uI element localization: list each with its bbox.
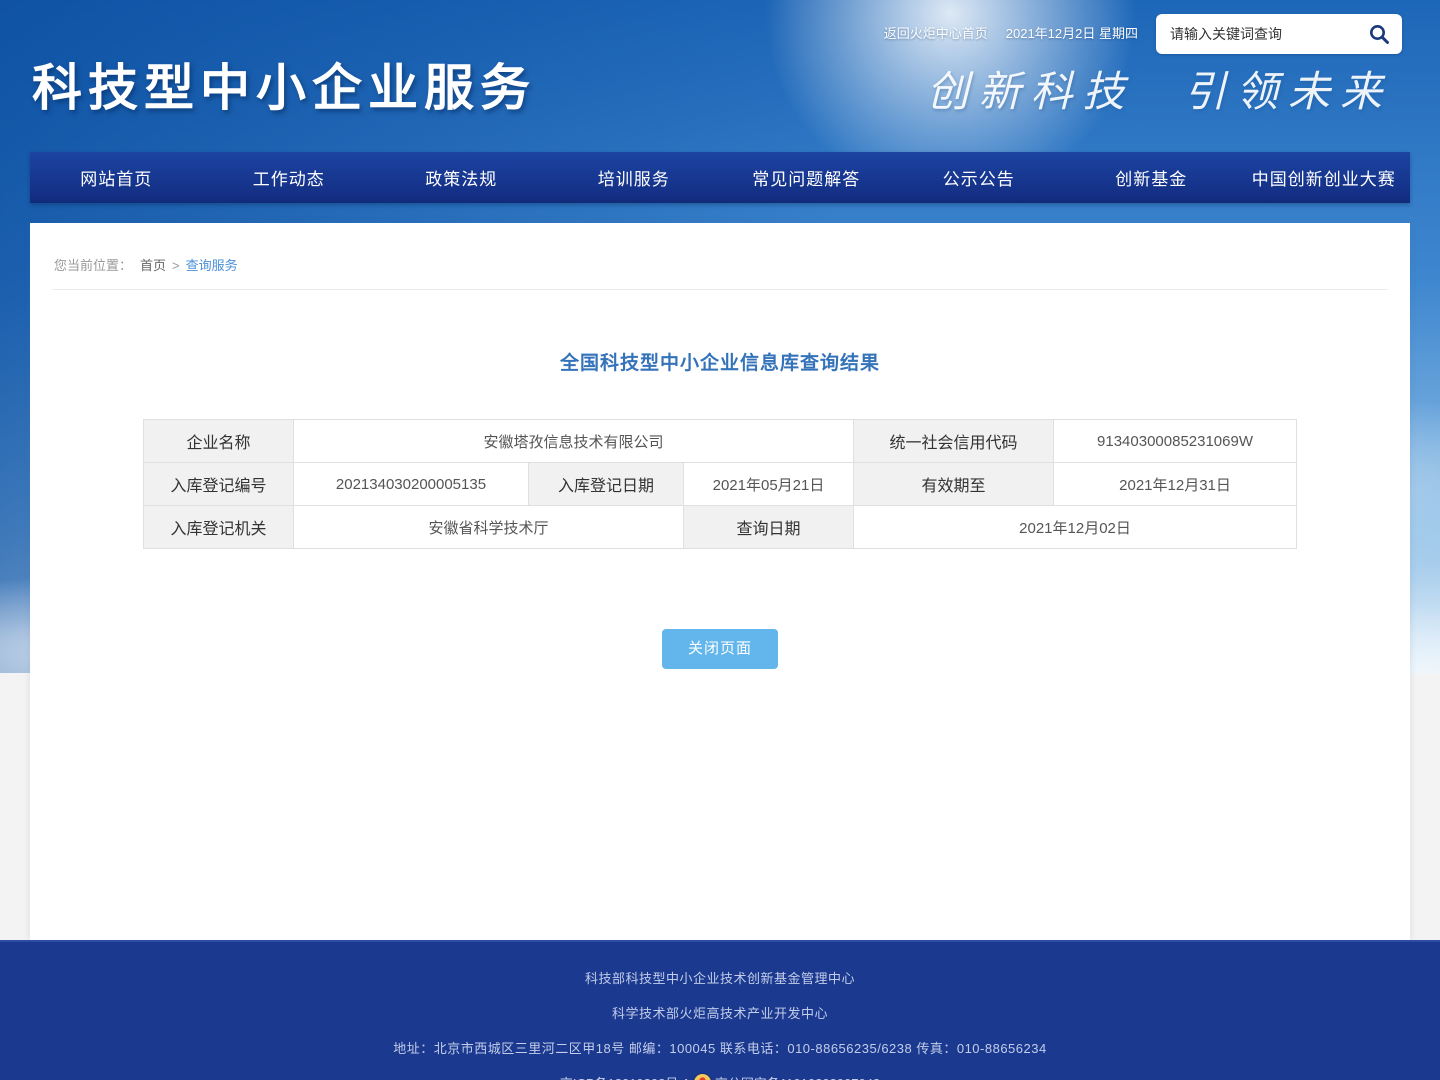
value-query-date: 2021年12月02日 (854, 506, 1297, 549)
close-page-button[interactable]: 关闭页面 (662, 629, 778, 669)
nav-item-innovation-contest[interactable]: 中国创新创业大赛 (1238, 152, 1411, 203)
table-row: 入库登记编号 202134030200005135 入库登记日期 2021年05… (143, 463, 1296, 506)
breadcrumb-prefix: 您当前位置： (54, 258, 132, 273)
main-navigation: 网站首页 工作动态 政策法规 培训服务 常见问题解答 公示公告 创新基金 中国创… (30, 152, 1410, 203)
nav-item-work-news[interactable]: 工作动态 (203, 152, 376, 203)
table-row: 入库登记机关 安徽省科学技术厅 查询日期 2021年12月02日 (143, 506, 1296, 549)
topbar: 返回火炬中心首页 2021年12月2日 星期四 (884, 14, 1402, 54)
breadcrumb-separator: > (172, 258, 180, 273)
value-registration-date: 2021年05月21日 (683, 463, 853, 506)
site-slogan: 创新科技 引领未来 (927, 58, 1392, 119)
query-result-table: 企业名称 安徽塔孜信息技术有限公司 统一社会信用代码 9134030008523… (143, 419, 1297, 549)
label-valid-until: 有效期至 (854, 463, 1054, 506)
value-company-name: 安徽塔孜信息技术有限公司 (293, 420, 853, 463)
page: 返回火炬中心首页 2021年12月2日 星期四 科技型中小企业服务 创新科技 引… (0, 0, 1440, 1080)
search-input[interactable] (1170, 26, 1366, 42)
value-registration-number: 202134030200005135 (293, 463, 528, 506)
footer-org-line-1: 科技部科技型中小企业技术创新基金管理中心 (0, 968, 1440, 987)
nav-item-training[interactable]: 培训服务 (548, 152, 721, 203)
back-to-torch-center-link[interactable]: 返回火炬中心首页 (884, 14, 988, 54)
label-registration-date: 入库登记日期 (528, 463, 683, 506)
label-registration-number: 入库登记编号 (143, 463, 293, 506)
value-registration-authority: 安徽省科学技术厅 (293, 506, 683, 549)
breadcrumb-current-link[interactable]: 查询服务 (186, 258, 238, 273)
label-company-name: 企业名称 (143, 420, 293, 463)
public-security-record-link[interactable]: 京公网安备11010202007048 (715, 1073, 880, 1080)
nav-item-faq[interactable]: 常见问题解答 (720, 152, 893, 203)
page-title: 全国科技型中小企业信息库查询结果 (30, 348, 1410, 375)
label-credit-code: 统一社会信用代码 (854, 420, 1054, 463)
nav-item-innovation-fund[interactable]: 创新基金 (1065, 152, 1238, 203)
footer-record-line: 京ICP备13019302号-1 京公网安备11010202007048 (0, 1073, 1440, 1080)
nav-item-home[interactable]: 网站首页 (30, 152, 203, 203)
label-registration-authority: 入库登记机关 (143, 506, 293, 549)
nav-item-policies[interactable]: 政策法规 (375, 152, 548, 203)
public-security-badge-icon (694, 1074, 711, 1080)
site-logo-title: 科技型中小企业服务 (32, 48, 536, 120)
close-button-container: 关闭页面 (30, 629, 1410, 669)
search-icon[interactable] (1366, 21, 1392, 47)
footer-org-line-2: 科学技术部火炬高技术产业开发中心 (0, 1003, 1440, 1022)
footer-contact-line: 地址：北京市西城区三里河二区甲18号 邮编：100045 联系电话：010-88… (0, 1038, 1440, 1057)
value-valid-until: 2021年12月31日 (1054, 463, 1297, 506)
label-query-date: 查询日期 (683, 506, 853, 549)
nav-item-announcements[interactable]: 公示公告 (893, 152, 1066, 203)
table-row: 企业名称 安徽塔孜信息技术有限公司 统一社会信用代码 9134030008523… (143, 420, 1296, 463)
breadcrumb: 您当前位置： 首页 > 查询服务 (52, 223, 1388, 290)
value-credit-code: 91340300085231069W (1054, 420, 1297, 463)
main-content-panel: 您当前位置： 首页 > 查询服务 全国科技型中小企业信息库查询结果 企业名称 安徽塔孜… (30, 223, 1410, 940)
page-footer: 科技部科技型中小企业技术创新基金管理中心 科学技术部火炬高技术产业开发中心 地址… (0, 940, 1440, 1080)
current-date: 2021年12月2日 星期四 (1006, 14, 1138, 54)
icp-record-link[interactable]: 京ICP备13019302号-1 (560, 1073, 690, 1080)
search-box[interactable] (1156, 14, 1402, 54)
breadcrumb-home-link[interactable]: 首页 (140, 258, 166, 273)
